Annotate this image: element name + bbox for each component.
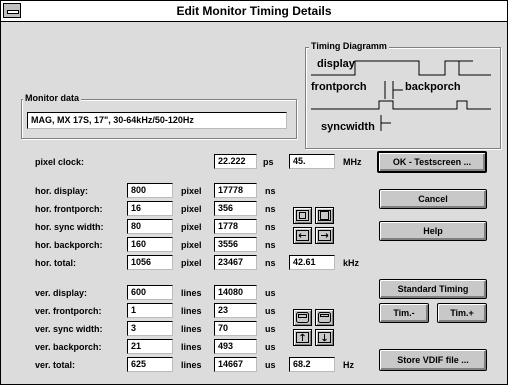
ver-backporch-label: ver. backporch: — [35, 342, 102, 352]
dialog-window: Edit Monitor Timing Details Timing Diagr… — [0, 0, 508, 385]
pixel-clock-mhz-input[interactable]: 45. — [289, 154, 335, 169]
monitor-data-input[interactable]: MAG, MX 17S, 17", 30-64kHz/50-120Hz — [27, 112, 287, 129]
pixel-clock-mhz-unit: MHz — [343, 157, 362, 167]
hor-frontporch-pixel-input[interactable]: 16 — [127, 201, 173, 216]
hor-frequency-input[interactable]: 42.61 — [289, 255, 335, 270]
hor-backporch-pixel-input[interactable]: 160 — [127, 237, 173, 252]
hor-display-pixel-input[interactable]: 800 — [127, 183, 173, 198]
hor-shrink-button[interactable] — [293, 207, 312, 224]
monitor-data-title: Monitor data — [23, 93, 81, 103]
hor-backporch-label: hor. backporch: — [35, 240, 103, 250]
pixel-clock-label: pixel clock: — [35, 157, 85, 167]
ver-display-label: ver. display: — [35, 288, 88, 298]
ver-move-down-button[interactable] — [315, 329, 334, 346]
hor-move-left-button[interactable] — [293, 227, 312, 244]
ver-display-us-unit: us — [265, 288, 276, 298]
ver-syncwidth-us-input[interactable]: 70 — [214, 321, 257, 336]
ver-frontporch-lines-unit: lines — [181, 306, 202, 316]
standard-timing-button[interactable]: Standard Timing — [379, 279, 487, 299]
hor-syncwidth-ns-unit: ns — [265, 222, 276, 232]
ver-backporch-us-unit: us — [265, 342, 276, 352]
ver-total-us-unit: us — [265, 360, 276, 370]
hor-display-ns-input[interactable]: 17778 — [214, 183, 257, 198]
hor-total-pixel-input[interactable]: 1056 — [127, 255, 173, 270]
move-left-icon — [296, 230, 309, 241]
diagram-syncwidth-label: syncwidth — [321, 121, 375, 133]
hor-frontporch-pixel-unit: pixel — [181, 204, 202, 214]
hor-syncwidth-label: hor. sync width: — [35, 222, 104, 232]
hor-frequency-unit: kHz — [343, 258, 360, 268]
pixel-clock-ps-input[interactable]: 22.222 — [214, 154, 257, 169]
help-button[interactable]: Help — [379, 221, 487, 241]
move-up-icon — [296, 332, 309, 343]
ver-syncwidth-lines-unit: lines — [181, 324, 202, 334]
ver-display-lines-unit: lines — [181, 288, 202, 298]
hor-backporch-ns-unit: ns — [265, 240, 276, 250]
move-right-icon — [318, 230, 331, 241]
screen-shrink-icon — [296, 210, 309, 221]
ver-backporch-us-input[interactable]: 493 — [214, 339, 257, 354]
hor-total-label: hor. total: — [35, 258, 76, 268]
tim-minus-button[interactable]: Tim.- — [379, 303, 429, 323]
hor-backporch-pixel-unit: pixel — [181, 240, 202, 250]
hor-frontporch-label: hor. frontporch: — [35, 204, 103, 214]
hor-frontporch-ns-input[interactable]: 356 — [214, 201, 257, 216]
title-bar: Edit Monitor Timing Details — [1, 1, 507, 22]
ver-total-lines-input[interactable]: 625 — [127, 357, 173, 372]
pixel-clock-ps-unit: ps — [263, 157, 274, 167]
diagram-backporch-label: backporch — [405, 81, 461, 93]
ver-frequency-input[interactable]: 68.2 — [289, 357, 335, 372]
ver-move-up-button[interactable] — [293, 329, 312, 346]
hor-display-label: hor. display: — [35, 186, 89, 196]
hor-expand-button[interactable] — [315, 207, 334, 224]
ver-syncwidth-lines-input[interactable]: 3 — [127, 321, 173, 336]
diagram-display-label: display — [317, 58, 355, 70]
ver-total-lines-unit: lines — [181, 360, 202, 370]
ver-taller-button[interactable] — [293, 309, 312, 326]
ver-backporch-lines-unit: lines — [181, 342, 202, 352]
ver-shorter-button[interactable] — [315, 309, 334, 326]
move-down-icon — [318, 332, 331, 343]
ver-frontporch-us-unit: us — [265, 306, 276, 316]
hor-syncwidth-pixel-unit: pixel — [181, 222, 202, 232]
hor-backporch-ns-input[interactable]: 3556 — [214, 237, 257, 252]
ver-frequency-unit: Hz — [343, 360, 354, 370]
screen-expand-icon — [318, 210, 331, 221]
hor-move-right-button[interactable] — [315, 227, 334, 244]
ver-syncwidth-us-unit: us — [265, 324, 276, 334]
ver-total-us-input[interactable]: 14667 — [214, 357, 257, 372]
cancel-button[interactable]: Cancel — [379, 189, 487, 209]
hor-total-ns-unit: ns — [265, 258, 276, 268]
ver-backporch-lines-input[interactable]: 21 — [127, 339, 173, 354]
ver-display-us-input[interactable]: 14080 — [214, 285, 257, 300]
hor-display-ns-unit: ns — [265, 186, 276, 196]
screen-shorter-icon — [318, 312, 331, 323]
ver-syncwidth-label: ver. sync width: — [35, 324, 103, 334]
ver-frontporch-lines-input[interactable]: 1 — [127, 303, 173, 318]
store-vdif-button[interactable]: Store VDIF file ... — [379, 349, 487, 371]
hor-total-pixel-unit: pixel — [181, 258, 202, 268]
timing-diagram-title: Timing Diagramm — [309, 41, 389, 51]
window-title: Edit Monitor Timing Details — [176, 4, 332, 18]
ver-display-lines-input[interactable]: 600 — [127, 285, 173, 300]
tim-plus-button[interactable]: Tim.+ — [437, 303, 487, 323]
ver-frontporch-label: ver. frontporch: — [35, 306, 102, 316]
ver-frontporch-us-input[interactable]: 23 — [214, 303, 257, 318]
hor-display-pixel-unit: pixel — [181, 186, 202, 196]
hor-frontporch-ns-unit: ns — [265, 204, 276, 214]
ver-total-label: ver. total: — [35, 360, 76, 370]
diagram-frontporch-label: frontporch — [311, 81, 367, 93]
hor-syncwidth-ns-input[interactable]: 1778 — [214, 219, 257, 234]
screen-taller-icon — [296, 312, 309, 323]
hor-total-ns-input[interactable]: 23467 — [214, 255, 257, 270]
ok-testscreen-button[interactable]: OK - Testscreen ... — [377, 151, 487, 173]
hor-syncwidth-pixel-input[interactable]: 80 — [127, 219, 173, 234]
